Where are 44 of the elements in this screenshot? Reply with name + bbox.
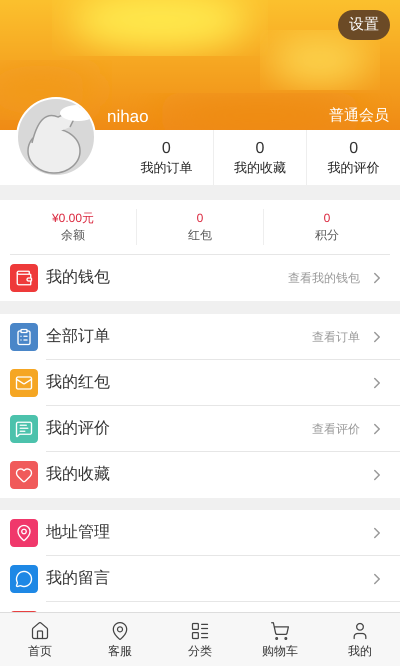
tab[interactable]: 分类 bbox=[160, 613, 240, 666]
stat-value: 0 bbox=[256, 138, 264, 158]
tab-label: 我的 bbox=[348, 642, 372, 658]
stat-item[interactable]: 0 我的收藏 bbox=[212, 130, 306, 185]
asset-value: 0 bbox=[196, 210, 204, 226]
menu-hint: 查看订单 bbox=[312, 328, 360, 346]
asset-item[interactable]: 0 积分 bbox=[263, 209, 390, 245]
tab[interactable]: 购物车 bbox=[240, 613, 320, 666]
stat-label: 我的收藏 bbox=[234, 158, 286, 176]
member-level: 普通会员 bbox=[329, 106, 389, 126]
tab[interactable]: 客服 bbox=[80, 613, 160, 666]
asset-item[interactable]: ¥0.00元 余额 bbox=[10, 209, 136, 245]
menu-hint: 查看评价 bbox=[312, 420, 360, 438]
stat-label: 我的订单 bbox=[140, 158, 192, 176]
asset-item[interactable]: 0 红包 bbox=[136, 209, 263, 245]
menu-label: 我的收藏 bbox=[46, 464, 110, 485]
stat-item[interactable]: 0 我的订单 bbox=[120, 130, 213, 185]
tab-label: 客服 bbox=[108, 642, 132, 658]
home-icon bbox=[30, 620, 50, 640]
stat-value: 0 bbox=[162, 138, 171, 158]
menu-label: 我的留言 bbox=[46, 568, 110, 588]
asset-value: 0 bbox=[324, 210, 330, 226]
tab-label: 购物车 bbox=[262, 642, 298, 658]
asset-label: 余额 bbox=[61, 227, 85, 244]
menu-hint: 查看我的钱包 bbox=[288, 270, 360, 287]
menu-label: 我的钱包 bbox=[46, 268, 110, 288]
list-icon bbox=[190, 620, 210, 640]
tab-label: 分类 bbox=[188, 642, 212, 658]
asset-value: ¥0.00元 bbox=[52, 210, 94, 226]
menu-label: 我的评价 bbox=[46, 418, 110, 438]
location-pin-icon bbox=[110, 620, 130, 640]
stat-value: 0 bbox=[349, 138, 358, 158]
menu-label: 全部订单 bbox=[46, 326, 110, 346]
tab-label: 首页 bbox=[28, 642, 52, 658]
tab[interactable]: 我的 bbox=[320, 613, 400, 666]
tab[interactable]: 首页 bbox=[0, 613, 80, 666]
asset-label: 积分 bbox=[315, 227, 339, 244]
stat-label: 我的评价 bbox=[328, 158, 380, 176]
cart-icon bbox=[270, 620, 290, 640]
stat-item[interactable]: 0 我的评价 bbox=[306, 130, 400, 185]
asset-label: 红包 bbox=[188, 227, 212, 244]
username: nihao bbox=[107, 106, 149, 128]
menu-label: 地址管理 bbox=[46, 522, 110, 542]
menu-label: 我的红包 bbox=[46, 372, 110, 392]
